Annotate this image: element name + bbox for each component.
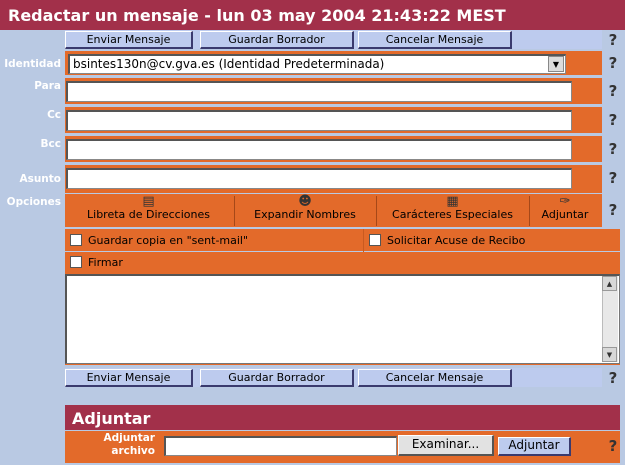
options-divider: [376, 196, 377, 226]
save-copy-checkbox[interactable]: [70, 234, 82, 246]
help-icon[interactable]: ?: [604, 437, 622, 455]
help-icon[interactable]: ?: [604, 54, 622, 72]
paperclip-icon: ✑: [559, 194, 571, 209]
attach-file-label-line2: archivo: [111, 445, 155, 457]
scroll-up-icon[interactable]: ▲: [602, 276, 617, 291]
page-title: Redactar un mensaje - lun 03 may 2004 21…: [8, 6, 506, 25]
options-label: Opciones: [6, 196, 61, 208]
help-icon[interactable]: ?: [604, 201, 622, 219]
special-chars-button[interactable]: ▦ Carácteres Especiales: [378, 194, 527, 226]
address-book-button[interactable]: ▤ Libreta de Direcciones: [65, 194, 232, 226]
cancel-button[interactable]: Cancelar Mensaje: [358, 31, 512, 49]
expand-names-label: Expandir Nombres: [254, 208, 356, 221]
cc-label: Cc: [47, 109, 61, 121]
save-copy-label: Guardar copia en "sent-mail": [88, 234, 249, 247]
attach-button[interactable]: Adjuntar: [498, 437, 571, 456]
attach-option-button[interactable]: ✑ Adjuntar: [531, 194, 599, 226]
help-icon[interactable]: ?: [604, 369, 622, 387]
identity-select[interactable]: bsintes130n@cv.gva.es (Identidad Predete…: [68, 54, 566, 74]
help-icon[interactable]: ?: [604, 31, 622, 49]
subject-input[interactable]: [66, 168, 572, 189]
help-icon[interactable]: ?: [604, 111, 622, 129]
browse-button[interactable]: Examinar...: [398, 435, 494, 456]
help-icon[interactable]: ?: [604, 82, 622, 100]
chevron-down-icon[interactable]: ▼: [548, 56, 564, 72]
book-icon: ▤: [142, 194, 155, 209]
cancel-button-bottom[interactable]: Cancelar Mensaje: [358, 369, 512, 387]
checkbox-row-2: [65, 252, 620, 273]
attach-section-title: Adjuntar: [72, 409, 151, 428]
read-receipt-checkbox[interactable]: [369, 234, 381, 246]
keyboard-icon: ▦: [446, 194, 459, 209]
to-label: Para: [34, 80, 61, 92]
options-divider: [234, 196, 235, 226]
to-input[interactable]: [66, 81, 572, 102]
help-icon[interactable]: ?: [604, 140, 622, 158]
read-receipt-label: Solicitar Acuse de Recibo: [387, 234, 526, 247]
help-icon[interactable]: ?: [604, 169, 622, 187]
message-body-textarea[interactable]: [65, 274, 620, 364]
expand-names-button[interactable]: ☻ Expandir Nombres: [236, 194, 374, 226]
attach-file-label-line1: Adjuntar: [103, 432, 155, 444]
identity-label: Identidad: [4, 58, 61, 70]
scroll-down-icon[interactable]: ▼: [602, 347, 617, 362]
attach-option-label: Adjuntar: [541, 208, 589, 221]
people-icon: ☻: [298, 194, 312, 209]
options-divider: [529, 196, 530, 226]
bcc-label: Bcc: [40, 138, 61, 150]
subject-label: Asunto: [19, 173, 61, 185]
attach-file-input[interactable]: [164, 436, 397, 456]
bcc-input[interactable]: [66, 139, 572, 160]
send-button[interactable]: Enviar Mensaje: [65, 31, 193, 49]
sign-checkbox[interactable]: [70, 256, 82, 268]
cc-input[interactable]: [66, 110, 572, 131]
special-chars-label: Carácteres Especiales: [392, 208, 513, 221]
send-button-bottom[interactable]: Enviar Mensaje: [65, 369, 193, 387]
address-book-label: Libreta de Direcciones: [87, 208, 210, 221]
save-draft-button-bottom[interactable]: Guardar Borrador: [200, 369, 354, 387]
sign-label: Firmar: [88, 256, 123, 269]
save-draft-button[interactable]: Guardar Borrador: [200, 31, 354, 49]
attach-file-label: Adjuntar archivo: [65, 432, 155, 458]
